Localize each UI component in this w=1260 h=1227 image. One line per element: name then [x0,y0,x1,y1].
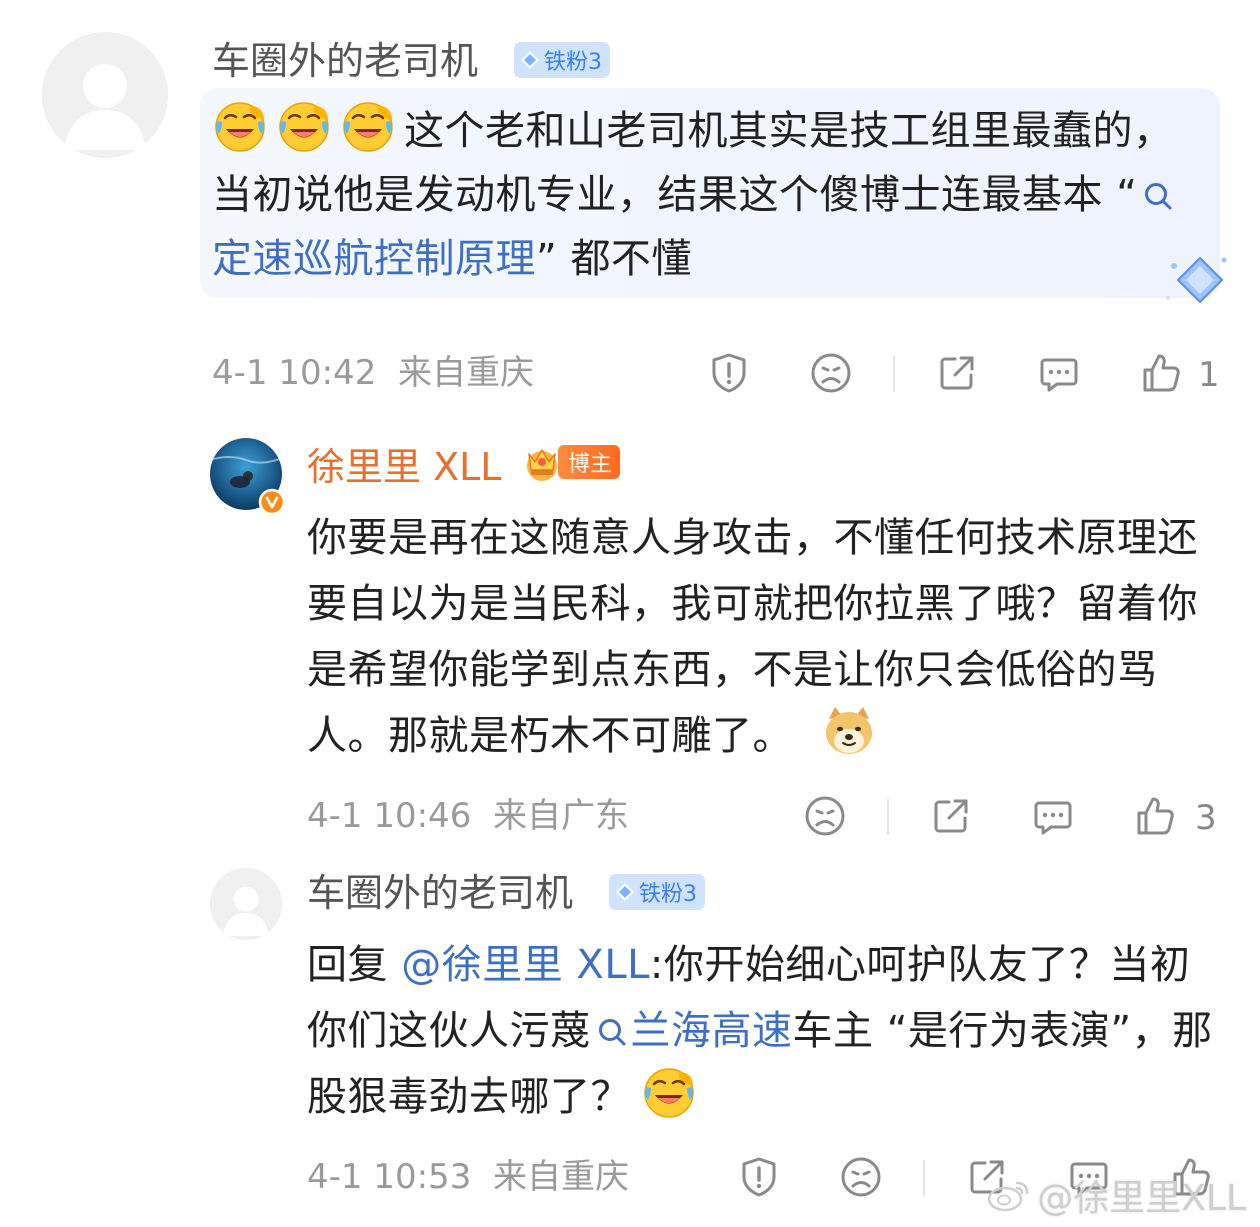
fan-badge-label: 铁粉3 [639,882,697,907]
report-icon [707,351,751,395]
dislike-face-icon [809,351,853,395]
weibo-logo-icon [987,1181,1029,1212]
report-button[interactable] [737,1155,781,1199]
user-avatar[interactable] [210,868,282,940]
reply-button[interactable] [1037,351,1081,395]
divider [887,799,889,835]
search-icon [1143,181,1173,211]
reply-icon [1031,794,1075,838]
username[interactable]: 徐里里 XLL [307,448,501,486]
topic-link[interactable]: 兰海高速 [631,1008,793,1054]
verified-v-icon [258,488,286,516]
dislike-face-icon [839,1155,883,1199]
comment-text: 这个老和山老司机其实是技工组里最蠢的，当初说他是发动机专业，结果这个傻博士连最基… [212,98,1202,291]
share-button[interactable] [929,794,973,838]
dislike-button[interactable] [839,1155,883,1199]
diamond-icon [520,50,540,70]
fan-badge[interactable]: 铁粉3 [514,42,610,78]
divider [923,1160,925,1196]
comment-text: 你要是再在这随意人身攻击，不懂任何技术原理还要自以为是当民科，我可就把你拉黑了哦… [307,515,1198,759]
blogger-badge[interactable]: 博主 [522,442,621,482]
share-button[interactable] [935,351,979,395]
share-icon [935,351,979,395]
like-icon [1133,794,1177,838]
username[interactable]: 车圈外的老司机 [307,874,573,912]
divider [893,356,895,392]
comment-meta: 4-1 10:46 来自广东 [307,796,629,836]
like-icon [1139,351,1183,395]
comment-meta: 4-1 10:42 来自重庆 [212,353,534,393]
laugh-cry-emoji [340,98,396,154]
default-avatar-icon [42,32,168,158]
default-avatar-icon [210,868,282,940]
dislike-face-icon [803,794,847,838]
user-avatar[interactable] [42,32,168,158]
topic-link[interactable]: 定速巡航控制原理 [212,236,536,282]
comment-text: 回复 @徐里里 XLL:你开始细心呵护队友了？当初你们这伙人污蔑 兰海高速车主 “… [307,942,1213,1120]
like-count: 1 [1198,355,1220,395]
like-button[interactable] [1139,351,1183,395]
like-count: 3 [1195,798,1217,838]
report-button[interactable] [707,351,751,395]
diamond-icon [615,882,635,902]
laugh-cry-emoji [641,1064,697,1120]
report-icon [737,1155,781,1199]
doge-emoji [821,703,877,759]
laugh-cry-emoji [276,98,332,154]
mention-link[interactable]: @徐里里 XLL [401,942,650,988]
diamond-sticker [1166,256,1227,304]
dislike-button[interactable] [809,351,853,395]
username[interactable]: 车圈外的老司机 [212,42,478,80]
fan-badge[interactable]: 铁粉3 [609,874,705,910]
share-icon [929,794,973,838]
fan-badge-label: 铁粉3 [544,50,602,75]
reply-button[interactable] [1031,794,1075,838]
comment-meta: 4-1 10:53 来自重庆 [307,1157,629,1197]
watermark-text: @徐里里XLL [1037,1178,1246,1219]
dislike-button[interactable] [803,794,847,838]
search-icon [597,1017,627,1047]
like-button[interactable] [1133,794,1177,838]
watermark: @徐里里XLL [987,1169,1246,1221]
blogger-badge-label: 博主 [558,445,621,479]
reply-icon [1037,351,1081,395]
laugh-cry-emoji [212,98,268,154]
